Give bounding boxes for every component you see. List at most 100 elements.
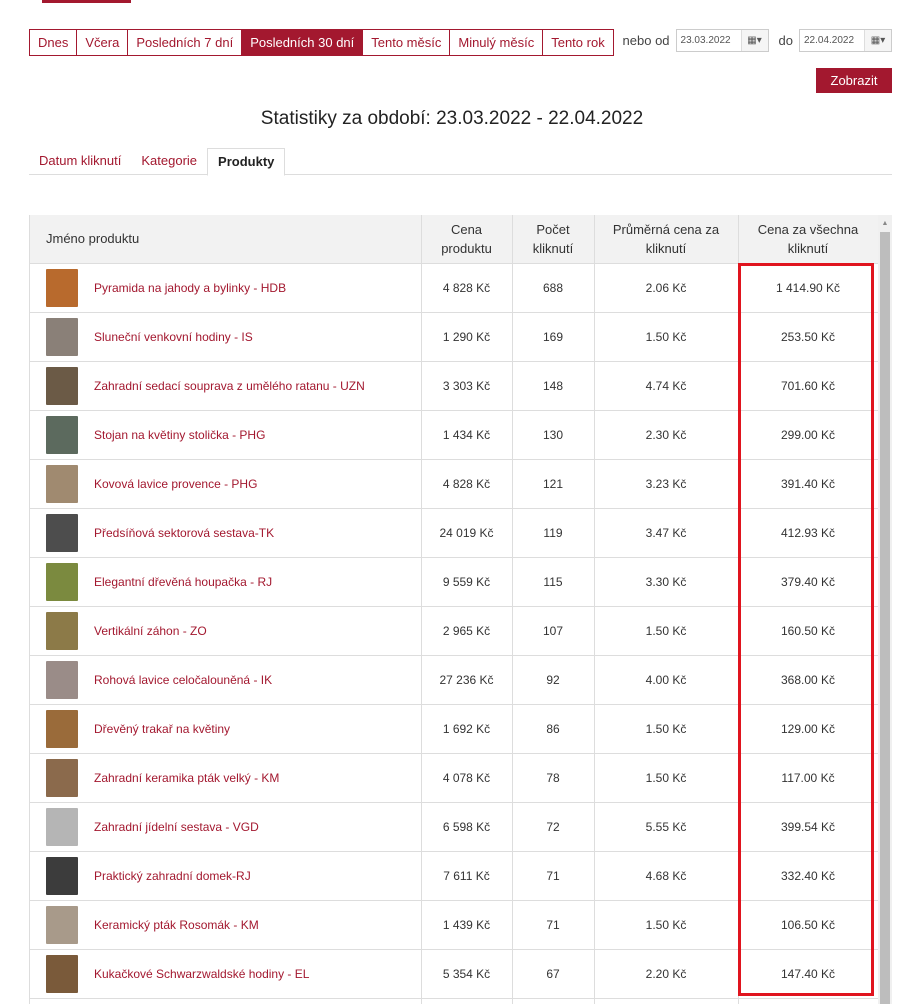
- product-link[interactable]: Praktický zahradní domek-RJ: [94, 869, 251, 883]
- total-click-price-cell: 701.60 Kč: [738, 361, 879, 411]
- header-avg-click-price[interactable]: Průměrná cena za kliknutí: [594, 215, 739, 264]
- total-click-price-cell: 117.00 Kč: [738, 753, 879, 803]
- product-thumbnail[interactable]: [46, 709, 78, 748]
- product-thumbnail[interactable]: [46, 366, 78, 405]
- from-date-input[interactable]: 23.03.2022: [677, 30, 742, 51]
- product-cell: Zahradní jídelní sestava - VGD: [30, 802, 422, 852]
- click-count-cell: 71: [512, 851, 595, 901]
- click-count-cell: 148: [512, 361, 595, 411]
- total-click-price-cell: 391.40 Kč: [738, 459, 879, 509]
- header-product-name[interactable]: Jméno produktu: [30, 215, 422, 264]
- product-thumbnail[interactable]: [46, 758, 78, 797]
- product-link[interactable]: Zahradní keramika pták velký - KM: [94, 771, 279, 785]
- period-button[interactable]: Minulý měsíc: [449, 29, 544, 56]
- table-row: Zahradní sedací souprava z umělého ratan…: [30, 361, 879, 411]
- period-button[interactable]: Dnes: [29, 29, 78, 56]
- product-price-cell: 6 598 Kč: [421, 802, 513, 852]
- scroll-up-arrow-icon[interactable]: ▲: [878, 215, 892, 231]
- product-price-cell: 4 828 Kč: [421, 459, 513, 509]
- avg-click-price-cell: 1.50 Kč: [594, 900, 739, 950]
- product-price-cell: 1 439 Kč: [421, 900, 513, 950]
- product-price-cell: 1 290 Kč: [421, 312, 513, 362]
- product-cell: Rohová lavice celočalouněná - IK: [30, 655, 422, 705]
- product-link[interactable]: Dřevěný trakař na květiny: [94, 722, 230, 736]
- header-total-click-price[interactable]: Cena za všechna kliknutí: [738, 215, 879, 264]
- product-thumbnail[interactable]: [46, 464, 78, 503]
- avg-click-price-cell: [594, 998, 739, 1004]
- avg-click-price-cell: 1.50 Kč: [594, 606, 739, 656]
- calendar-icon[interactable]: ▦▾: [865, 30, 891, 51]
- product-wrapper: Zahradní jídelní sestava - VGD: [46, 807, 417, 846]
- product-thumbnail[interactable]: [46, 415, 78, 454]
- product-cell: Dřevěný trakař na květiny: [30, 704, 422, 754]
- product-thumbnail[interactable]: [46, 562, 78, 601]
- table-scrollbar[interactable]: ▲: [878, 215, 892, 1004]
- to-date-picker[interactable]: 22.04.2022 ▦▾: [799, 29, 892, 52]
- table-row: Sluneční venkovní hodiny - IS 1 290 Kč 169…: [30, 312, 879, 362]
- product-link[interactable]: Vertikální záhon - ZO: [94, 624, 207, 638]
- product-link[interactable]: Keramický pták Rosomák - KM: [94, 918, 259, 932]
- click-count-cell: 92: [512, 655, 595, 705]
- product-price-cell: 3 303 Kč: [421, 361, 513, 411]
- header-click-count[interactable]: Počet kliknutí: [512, 215, 595, 264]
- period-button[interactable]: Včera: [76, 29, 129, 56]
- total-click-price-cell: 332.40 Kč: [738, 851, 879, 901]
- product-price-cell: 9 559 Kč: [421, 557, 513, 607]
- product-thumbnail[interactable]: [46, 954, 78, 993]
- avg-click-price-cell: 1.50 Kč: [594, 753, 739, 803]
- product-link[interactable]: Zahradní jídelní sestava - VGD: [94, 820, 259, 834]
- product-link[interactable]: Kukačkové Schwarzwaldské hodiny - EL: [94, 967, 309, 981]
- avg-click-price-cell: 3.30 Kč: [594, 557, 739, 607]
- product-link[interactable]: Předsíňová sektorová sestava-TK: [94, 526, 274, 540]
- product-thumbnail[interactable]: [46, 513, 78, 552]
- from-date-picker[interactable]: 23.03.2022 ▦▾: [675, 29, 769, 52]
- total-click-price-cell: [738, 998, 879, 1004]
- show-button[interactable]: Zobrazit: [816, 68, 892, 93]
- product-link[interactable]: Rohová lavice celočalouněná - IK: [94, 673, 272, 687]
- tab-item[interactable]: Datum kliknutí: [29, 148, 131, 174]
- page-title: Statistiky za období: 23.03.2022 - 22.04…: [260, 108, 644, 129]
- product-link[interactable]: Stojan na květiny stolička - PHG: [94, 428, 265, 442]
- product-wrapper: Předsíňová sektorová sestava-TK: [46, 513, 417, 552]
- product-thumbnail[interactable]: [46, 317, 78, 356]
- period-button[interactable]: Posledních 7 dní: [127, 29, 243, 56]
- avg-click-price-cell: 4.00 Kč: [594, 655, 739, 705]
- product-thumbnail[interactable]: [46, 905, 78, 944]
- product-thumbnail[interactable]: [46, 856, 78, 895]
- product-wrapper: Keramický pták Rosomák - KM: [46, 905, 417, 944]
- click-count-cell: 78: [512, 753, 595, 803]
- product-price-cell: 1 434 Kč: [421, 410, 513, 460]
- product-thumbnail[interactable]: [46, 807, 78, 846]
- period-button[interactable]: Tento rok: [542, 29, 614, 56]
- header-product-price[interactable]: Cena produktu: [421, 215, 513, 264]
- product-cell: Pyramida na jahody a bylinky - HDB: [30, 263, 422, 313]
- period-button[interactable]: Posledních 30 dní: [241, 29, 364, 56]
- table-row: Předsíňová sektorová sestava-TK 24 019 Kč…: [30, 508, 879, 558]
- product-wrapper: Kukačkové Schwarzwaldské hodiny - EL: [46, 954, 417, 993]
- period-button[interactable]: Tento měsíc: [362, 29, 451, 56]
- click-count-cell: [512, 998, 595, 1004]
- table-row: Keramický pták Rosomák - KM 1 439 Kč 71 1.5…: [30, 900, 879, 950]
- product-cell: Zahradní sedací souprava z umělého ratan…: [30, 361, 422, 411]
- click-count-cell: 130: [512, 410, 595, 460]
- product-link[interactable]: Sluneční venkovní hodiny - IS: [94, 330, 253, 344]
- product-link[interactable]: Pyramida na jahody a bylinky - HDB: [94, 281, 286, 295]
- products-table: Jméno produktu Cena produktu Počet klikn…: [30, 215, 879, 1004]
- product-link[interactable]: Elegantní dřevěná houpačka - RJ: [94, 575, 272, 589]
- product-link[interactable]: Kovová lavice provence - PHG: [94, 477, 257, 491]
- product-link[interactable]: Zahradní sedací souprava z umělého ratan…: [94, 379, 365, 393]
- tab-item[interactable]: Kategorie: [131, 148, 207, 174]
- scrollbar-thumb[interactable]: [880, 232, 890, 1004]
- table-row: Praktický zahradní domek-RJ 7 611 Kč 71 4.6…: [30, 851, 879, 901]
- product-thumbnail[interactable]: [46, 611, 78, 650]
- avg-click-price-cell: 2.06 Kč: [594, 263, 739, 313]
- click-count-cell: 71: [512, 900, 595, 950]
- product-thumbnail[interactable]: [46, 660, 78, 699]
- calendar-icon[interactable]: ▦▾: [741, 30, 768, 51]
- product-wrapper: Sluneční venkovní hodiny - IS: [46, 317, 417, 356]
- tab-item[interactable]: Produkty: [207, 148, 286, 176]
- product-thumbnail[interactable]: [46, 268, 78, 307]
- product-price-cell: 27 236 Kč: [421, 655, 513, 705]
- to-date-input[interactable]: 22.04.2022: [800, 30, 865, 51]
- product-cell: Zahradní keramika pták velký - KM: [30, 753, 422, 803]
